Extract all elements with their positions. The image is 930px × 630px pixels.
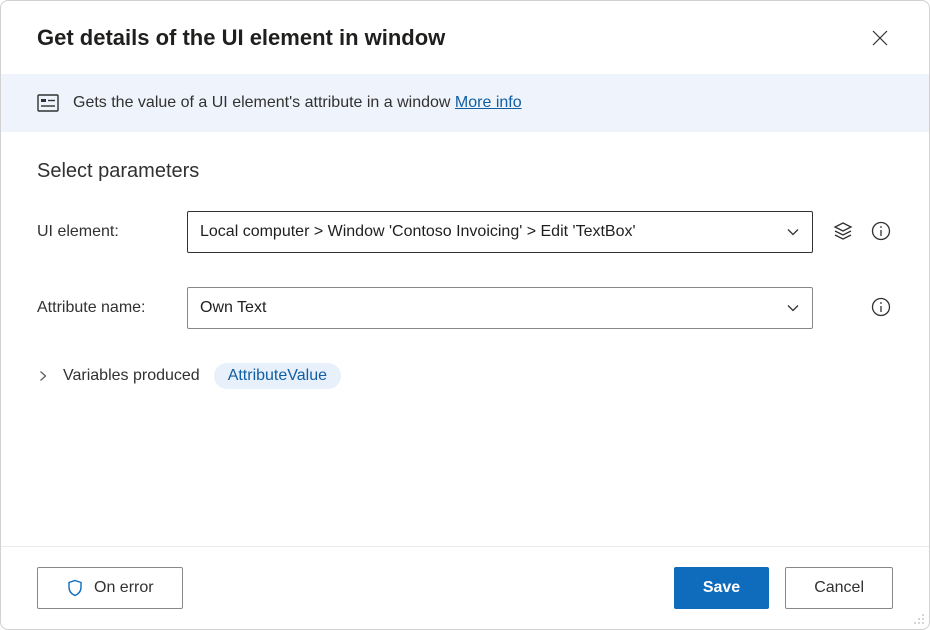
variable-chip-attributevalue[interactable]: AttributeValue (214, 363, 341, 389)
ui-elements-picker-button[interactable] (831, 219, 855, 246)
footer-right: Save Cancel (674, 567, 893, 609)
close-button[interactable] (867, 25, 893, 54)
info-banner: Gets the value of a UI element's attribu… (1, 74, 929, 132)
ui-element-label: UI element: (37, 223, 187, 241)
content-area: Select parameters UI element: Local comp… (1, 132, 929, 546)
banner-text: Gets the value of a UI element's attribu… (73, 94, 522, 112)
variables-produced-row[interactable]: Variables produced AttributeValue (37, 363, 893, 389)
param-row-ui-element: UI element: Local computer > Window 'Con… (37, 211, 893, 253)
section-title: Select parameters (37, 160, 893, 183)
attribute-name-info-button[interactable] (869, 295, 893, 322)
save-button[interactable]: Save (674, 567, 769, 609)
layers-icon (833, 221, 853, 241)
attribute-name-label: Attribute name: (37, 299, 187, 317)
dialog-title: Get details of the UI element in window (37, 25, 445, 51)
variables-produced-label: Variables produced (63, 367, 200, 385)
chevron-down-icon (786, 301, 800, 315)
close-icon (871, 29, 889, 47)
attribute-name-value: Own Text (200, 299, 266, 317)
ui-element-dropdown[interactable]: Local computer > Window 'Contoso Invoici… (187, 211, 813, 253)
param-row-attribute-name: Attribute name: Own Text (37, 287, 893, 329)
ui-element-extras (829, 219, 893, 246)
more-info-link[interactable]: More info (455, 94, 522, 111)
form-icon (37, 92, 59, 114)
on-error-label: On error (94, 579, 154, 597)
chevron-right-icon (37, 370, 49, 382)
chevron-down-icon (786, 225, 800, 239)
info-icon (871, 297, 891, 317)
ui-element-info-button[interactable] (869, 219, 893, 246)
dialog-footer: On error Save Cancel (1, 546, 929, 629)
ui-element-value: Local computer > Window 'Contoso Invoici… (200, 223, 636, 241)
shield-icon (66, 579, 84, 597)
resize-grip-icon[interactable] (911, 611, 925, 625)
on-error-button[interactable]: On error (37, 567, 183, 609)
banner-text-content: Gets the value of a UI element's attribu… (73, 94, 455, 111)
info-icon (871, 221, 891, 241)
dialog: Get details of the UI element in window … (0, 0, 930, 630)
attribute-name-dropdown[interactable]: Own Text (187, 287, 813, 329)
dialog-header: Get details of the UI element in window (1, 1, 929, 74)
cancel-button[interactable]: Cancel (785, 567, 893, 609)
attribute-name-extras (829, 295, 893, 322)
